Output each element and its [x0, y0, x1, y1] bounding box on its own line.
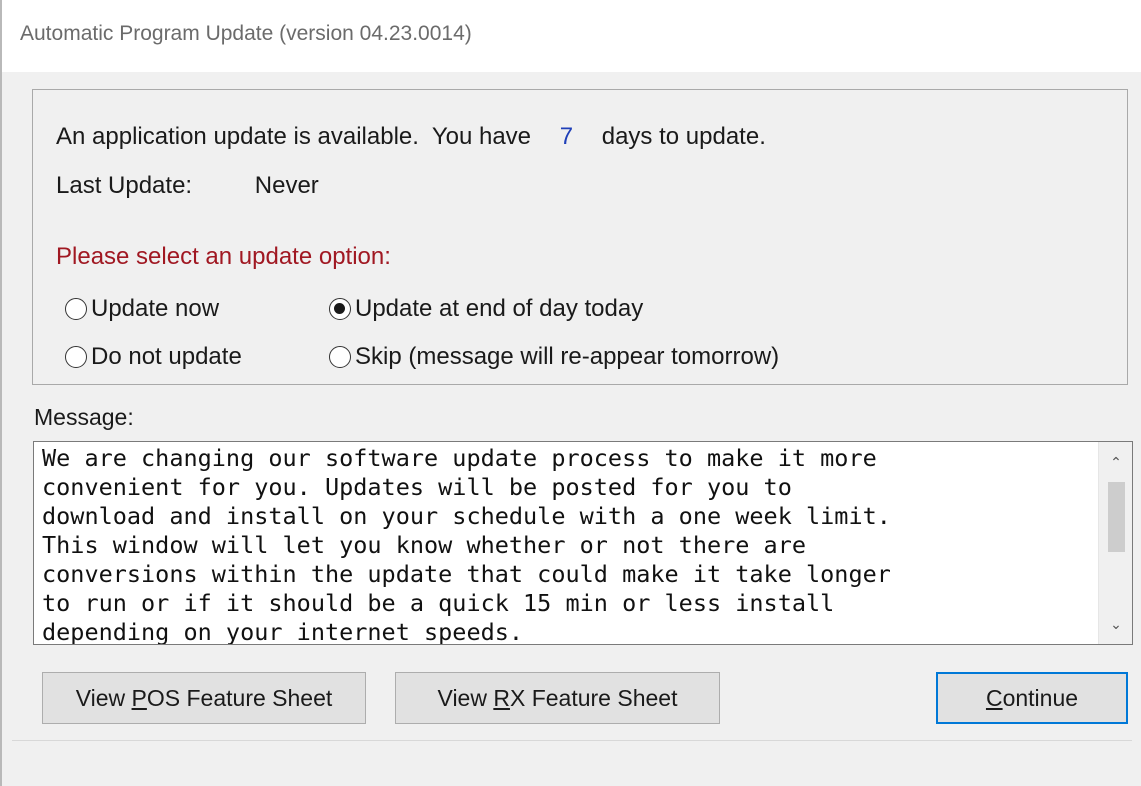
radio-selected-icon	[329, 298, 351, 320]
last-update-line: Last Update: Never	[56, 172, 319, 200]
pos-button-accesskey: P	[131, 684, 147, 711]
pos-button-prefix: View	[75, 684, 132, 711]
chevron-down-icon[interactable]: ⌄	[1099, 608, 1132, 640]
chevron-up-icon[interactable]: ⌃	[1099, 446, 1132, 478]
radio-skip[interactable]: Skip (message will re-appear tomorrow)	[329, 343, 779, 371]
pos-button-suffix: OS Feature Sheet	[146, 684, 333, 711]
update-options-group: An application update is available. You …	[32, 89, 1128, 385]
window-title: Automatic Program Update (version 04.23.…	[20, 22, 472, 45]
availability-suffix: days to update.	[601, 123, 766, 150]
rx-button-accesskey: R	[493, 684, 510, 711]
scroll-thumb[interactable]	[1108, 482, 1125, 552]
status-divider	[12, 740, 1132, 741]
days-remaining: 7	[559, 123, 574, 150]
message-textarea[interactable]: We are changing our software update proc…	[33, 441, 1133, 645]
continue-button[interactable]: Continue	[936, 672, 1128, 724]
radio-circle-icon	[329, 346, 351, 368]
rx-button-prefix: View	[437, 684, 494, 711]
radio-circle-icon	[65, 298, 87, 320]
view-pos-feature-sheet-button[interactable]: View P OS Feature Sheet	[42, 672, 366, 724]
last-update-label: Last Update:	[56, 172, 193, 199]
update-prompt: Please select an update option:	[56, 243, 391, 270]
title-bar: Automatic Program Update (version 04.23.…	[2, 0, 1141, 72]
message-label: Message:	[34, 404, 134, 430]
radio-circle-icon	[65, 346, 87, 368]
rx-button-suffix: X Feature Sheet	[509, 684, 678, 711]
radio-do-not-update[interactable]: Do not update	[65, 343, 242, 371]
continue-button-accesskey: C	[985, 684, 1003, 711]
availability-prefix: An application update is available. You …	[56, 123, 532, 150]
continue-button-suffix: ontinue	[1002, 684, 1079, 711]
message-scrollbar[interactable]: ⌃ ⌄	[1098, 442, 1132, 644]
message-text: We are changing our software update proc…	[42, 444, 891, 645]
radio-do-not-update-label: Do not update	[91, 343, 242, 370]
view-rx-feature-sheet-button[interactable]: View RX Feature Sheet	[395, 672, 720, 724]
last-update-value: Never	[254, 172, 319, 199]
radio-update-now[interactable]: Update now	[65, 295, 219, 323]
radio-update-end-of-day[interactable]: Update at end of day today	[329, 295, 643, 323]
radio-skip-label: Skip (message will re-appear tomorrow)	[355, 343, 780, 370]
radio-update-now-label: Update now	[91, 295, 220, 322]
availability-line: An application update is available. You …	[56, 123, 766, 151]
radio-update-end-of-day-label: Update at end of day today	[355, 295, 644, 322]
update-dialog: Automatic Program Update (version 04.23.…	[0, 0, 1141, 786]
